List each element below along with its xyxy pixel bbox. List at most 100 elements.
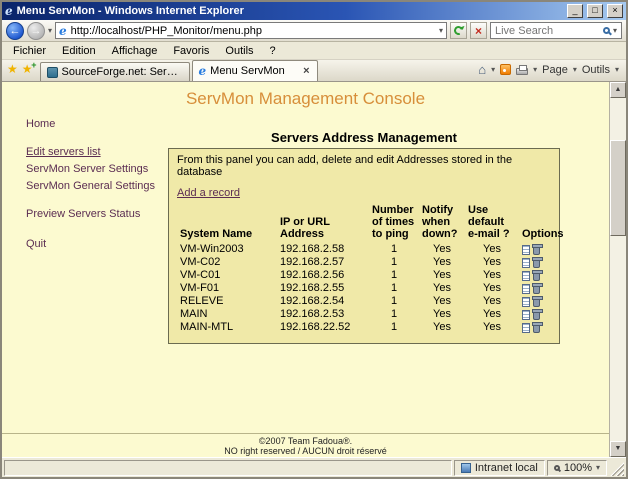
col-email: Use default e-mail ? bbox=[468, 204, 510, 240]
maximize-button[interactable]: □ bbox=[587, 4, 603, 18]
scroll-down-icon[interactable]: ▼ bbox=[610, 441, 626, 457]
tab-sourceforge[interactable]: SourceForge.net: Server St... bbox=[39, 62, 190, 81]
forward-button[interactable]: → bbox=[27, 21, 45, 40]
table-row: RELEVE 192.168.2.54 1 Yes Yes bbox=[177, 295, 551, 308]
edit-record-icon[interactable] bbox=[522, 270, 530, 281]
zoom-dropdown-icon[interactable]: ▾ bbox=[596, 463, 600, 472]
cell-email: Yes bbox=[483, 295, 501, 307]
title-bar[interactable]: e Menu ServMon - Windows Internet Explor… bbox=[2, 2, 626, 20]
viewport: ServMon Management Console Home Edit ser… bbox=[2, 82, 626, 457]
back-button[interactable]: ← bbox=[6, 21, 24, 40]
sidebar-item-edit-servers-list[interactable]: Edit servers list bbox=[26, 144, 166, 160]
history-dropdown-icon[interactable]: ▾ bbox=[48, 26, 52, 35]
table-row: VM-C01 192.168.2.56 1 Yes Yes bbox=[177, 269, 551, 282]
refresh-button[interactable] bbox=[450, 22, 467, 39]
address-input[interactable] bbox=[70, 24, 435, 37]
edit-record-icon[interactable] bbox=[522, 283, 530, 294]
sidebar-item-home[interactable]: Home bbox=[26, 116, 166, 132]
zoom-control[interactable]: 100% ▾ bbox=[546, 459, 607, 476]
cell-ping: 1 bbox=[390, 243, 398, 255]
sidebar-item-preview-status[interactable]: Preview Servers Status bbox=[26, 206, 166, 222]
favorites-center-icon[interactable]: ★ bbox=[7, 63, 18, 75]
menu-outils[interactable]: Outils bbox=[217, 43, 261, 59]
delete-record-icon[interactable] bbox=[532, 295, 543, 307]
sidebar-item-quit[interactable]: Quit bbox=[26, 236, 166, 252]
scrollbar-thumb[interactable] bbox=[610, 140, 626, 236]
panel-description: From this panel you can add, delete and … bbox=[177, 154, 513, 178]
cell-email: Yes bbox=[483, 269, 501, 281]
col-ip-address: IP or URL Address bbox=[280, 216, 330, 240]
cell-notify: Yes bbox=[433, 308, 451, 320]
cell-name: VM-Win2003 bbox=[180, 243, 244, 255]
cell-name: VM-C02 bbox=[180, 256, 221, 268]
menu-affichage[interactable]: Affichage bbox=[104, 43, 166, 59]
close-button[interactable]: × bbox=[607, 4, 623, 18]
menu-help[interactable]: ? bbox=[262, 43, 284, 59]
cell-ip: 192.168.2.56 bbox=[280, 269, 345, 281]
browser-window: e Menu ServMon - Windows Internet Explor… bbox=[0, 0, 628, 479]
servmon-favicon-icon: e bbox=[198, 64, 207, 78]
tab-menu-servmon[interactable]: e Menu ServMon × bbox=[191, 60, 318, 81]
cell-notify: Yes bbox=[433, 321, 451, 333]
delete-record-icon[interactable] bbox=[532, 269, 543, 281]
zoom-level: 100% bbox=[563, 461, 592, 474]
resize-grip[interactable] bbox=[609, 459, 624, 476]
search-icon[interactable] bbox=[602, 27, 610, 34]
minimize-button[interactable]: _ bbox=[567, 4, 583, 18]
zoom-icon bbox=[553, 464, 560, 471]
cell-ip: 192.168.2.53 bbox=[280, 308, 345, 320]
tab-close-icon[interactable]: × bbox=[302, 65, 310, 77]
rss-feed-icon[interactable] bbox=[500, 64, 512, 75]
edit-record-icon[interactable] bbox=[522, 257, 530, 268]
menu-fichier[interactable]: Fichier bbox=[5, 43, 54, 59]
add-favorite-button[interactable]: ★ + bbox=[22, 59, 37, 76]
search-box[interactable]: ▾ bbox=[490, 22, 622, 39]
navigation-bar: ← → ▾ e ▾ × ▾ bbox=[2, 20, 626, 42]
delete-record-icon[interactable] bbox=[532, 256, 543, 268]
page-title: ServMon Management Console bbox=[185, 89, 426, 108]
cell-notify: Yes bbox=[433, 256, 451, 268]
sidebar-nav: Home Edit servers list ServMon Server Se… bbox=[26, 116, 166, 252]
address-bar[interactable]: e ▾ bbox=[55, 22, 447, 39]
scroll-up-icon[interactable]: ▲ bbox=[610, 82, 626, 98]
cell-notify: Yes bbox=[433, 243, 451, 255]
tools-menu-button[interactable]: Outils bbox=[582, 64, 610, 76]
add-favorite-plus-icon: + bbox=[31, 59, 37, 70]
delete-record-icon[interactable] bbox=[532, 321, 543, 333]
delete-record-icon[interactable] bbox=[532, 282, 543, 294]
vertical-scrollbar[interactable]: ▲ ▼ bbox=[609, 82, 626, 457]
cell-email: Yes bbox=[483, 256, 501, 268]
edit-record-icon[interactable] bbox=[522, 309, 530, 320]
page-dropdown-icon[interactable]: ▾ bbox=[573, 65, 577, 74]
tab-label: Menu ServMon bbox=[210, 65, 285, 77]
delete-record-icon[interactable] bbox=[532, 243, 543, 255]
table-row: VM-F01 192.168.2.55 1 Yes Yes bbox=[177, 282, 551, 295]
sidebar-item-general-settings[interactable]: ServMon General Settings bbox=[26, 178, 166, 194]
scrollbar-track[interactable] bbox=[610, 98, 626, 441]
print-dropdown-icon[interactable]: ▾ bbox=[533, 65, 537, 74]
home-dropdown-icon[interactable]: ▾ bbox=[491, 65, 495, 74]
footer-rights: NO right reserved / AUCUN droit réservé bbox=[224, 446, 387, 456]
page-menu-button[interactable]: Page bbox=[542, 64, 568, 76]
address-dropdown-icon[interactable]: ▾ bbox=[439, 26, 443, 35]
security-zone-cell: Intranet local bbox=[453, 459, 545, 476]
search-input[interactable] bbox=[495, 24, 600, 37]
add-record-link[interactable]: Add a record bbox=[177, 187, 240, 199]
delete-record-icon[interactable] bbox=[532, 308, 543, 320]
stop-button[interactable]: × bbox=[470, 22, 487, 39]
search-dropdown-icon[interactable]: ▾ bbox=[613, 26, 617, 35]
home-icon[interactable]: ⌂ bbox=[478, 63, 486, 76]
col-options: Options bbox=[522, 228, 564, 240]
edit-record-icon[interactable] bbox=[522, 322, 530, 333]
security-zone-label: Intranet local bbox=[474, 461, 538, 474]
edit-record-icon[interactable] bbox=[522, 244, 530, 255]
menu-favoris[interactable]: Favoris bbox=[165, 43, 217, 59]
menu-edition[interactable]: Edition bbox=[54, 43, 104, 59]
tools-dropdown-icon[interactable]: ▾ bbox=[615, 65, 619, 74]
ie-logo-icon: e bbox=[5, 4, 13, 18]
print-icon[interactable] bbox=[516, 64, 529, 75]
sidebar-item-server-settings[interactable]: ServMon Server Settings bbox=[26, 161, 166, 177]
cell-ip: 192.168.2.58 bbox=[280, 243, 345, 255]
cell-name: VM-C01 bbox=[180, 269, 221, 281]
edit-record-icon[interactable] bbox=[522, 296, 530, 307]
